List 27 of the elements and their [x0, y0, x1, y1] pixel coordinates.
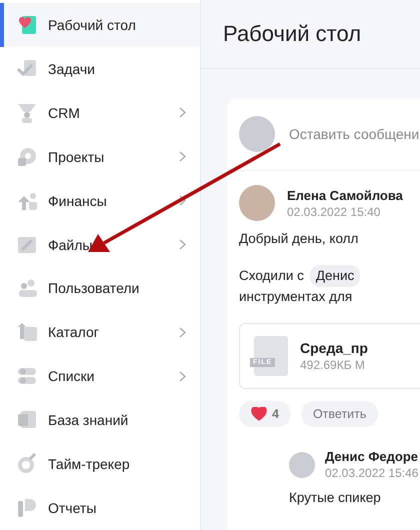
post-text: инструментах для: [239, 288, 354, 306]
author-name: Денис Федоре: [325, 449, 418, 464]
post-time: 02.03.2022 15:40: [287, 204, 382, 218]
menu-icon: [16, 453, 38, 476]
menu-icon: [16, 102, 38, 124]
reply-button[interactable]: Ответить: [300, 401, 378, 427]
author-name: Елена Самойлова: [287, 188, 403, 202]
menu-icon: [16, 497, 38, 520]
avatar: [239, 185, 275, 221]
like-button[interactable]: 4: [239, 401, 291, 427]
post-text: Сходили с: [239, 267, 304, 285]
message-field[interactable]: Оставить сообщени: [289, 126, 420, 142]
sidebar-item[interactable]: Рабочий стол: [0, 3, 200, 47]
comment-text: Крутые спикер: [289, 489, 382, 507]
avatar: [239, 116, 275, 152]
file-size: 492.69КБ М: [300, 358, 366, 372]
file-name: Среда_пр: [300, 340, 368, 356]
menu-icon: [16, 146, 38, 168]
menu-icon: [16, 277, 38, 300]
page-title: Рабочий стол: [223, 21, 362, 47]
avatar: [289, 452, 315, 478]
heart-icon: [251, 407, 267, 421]
menu-icon: [16, 321, 38, 344]
post-text: Добрый день, колл: [239, 230, 360, 248]
mention-tag[interactable]: Денис: [310, 265, 360, 287]
menu-icon: [16, 14, 38, 36]
comment-time: 02.03.2022 15:46: [325, 466, 418, 480]
